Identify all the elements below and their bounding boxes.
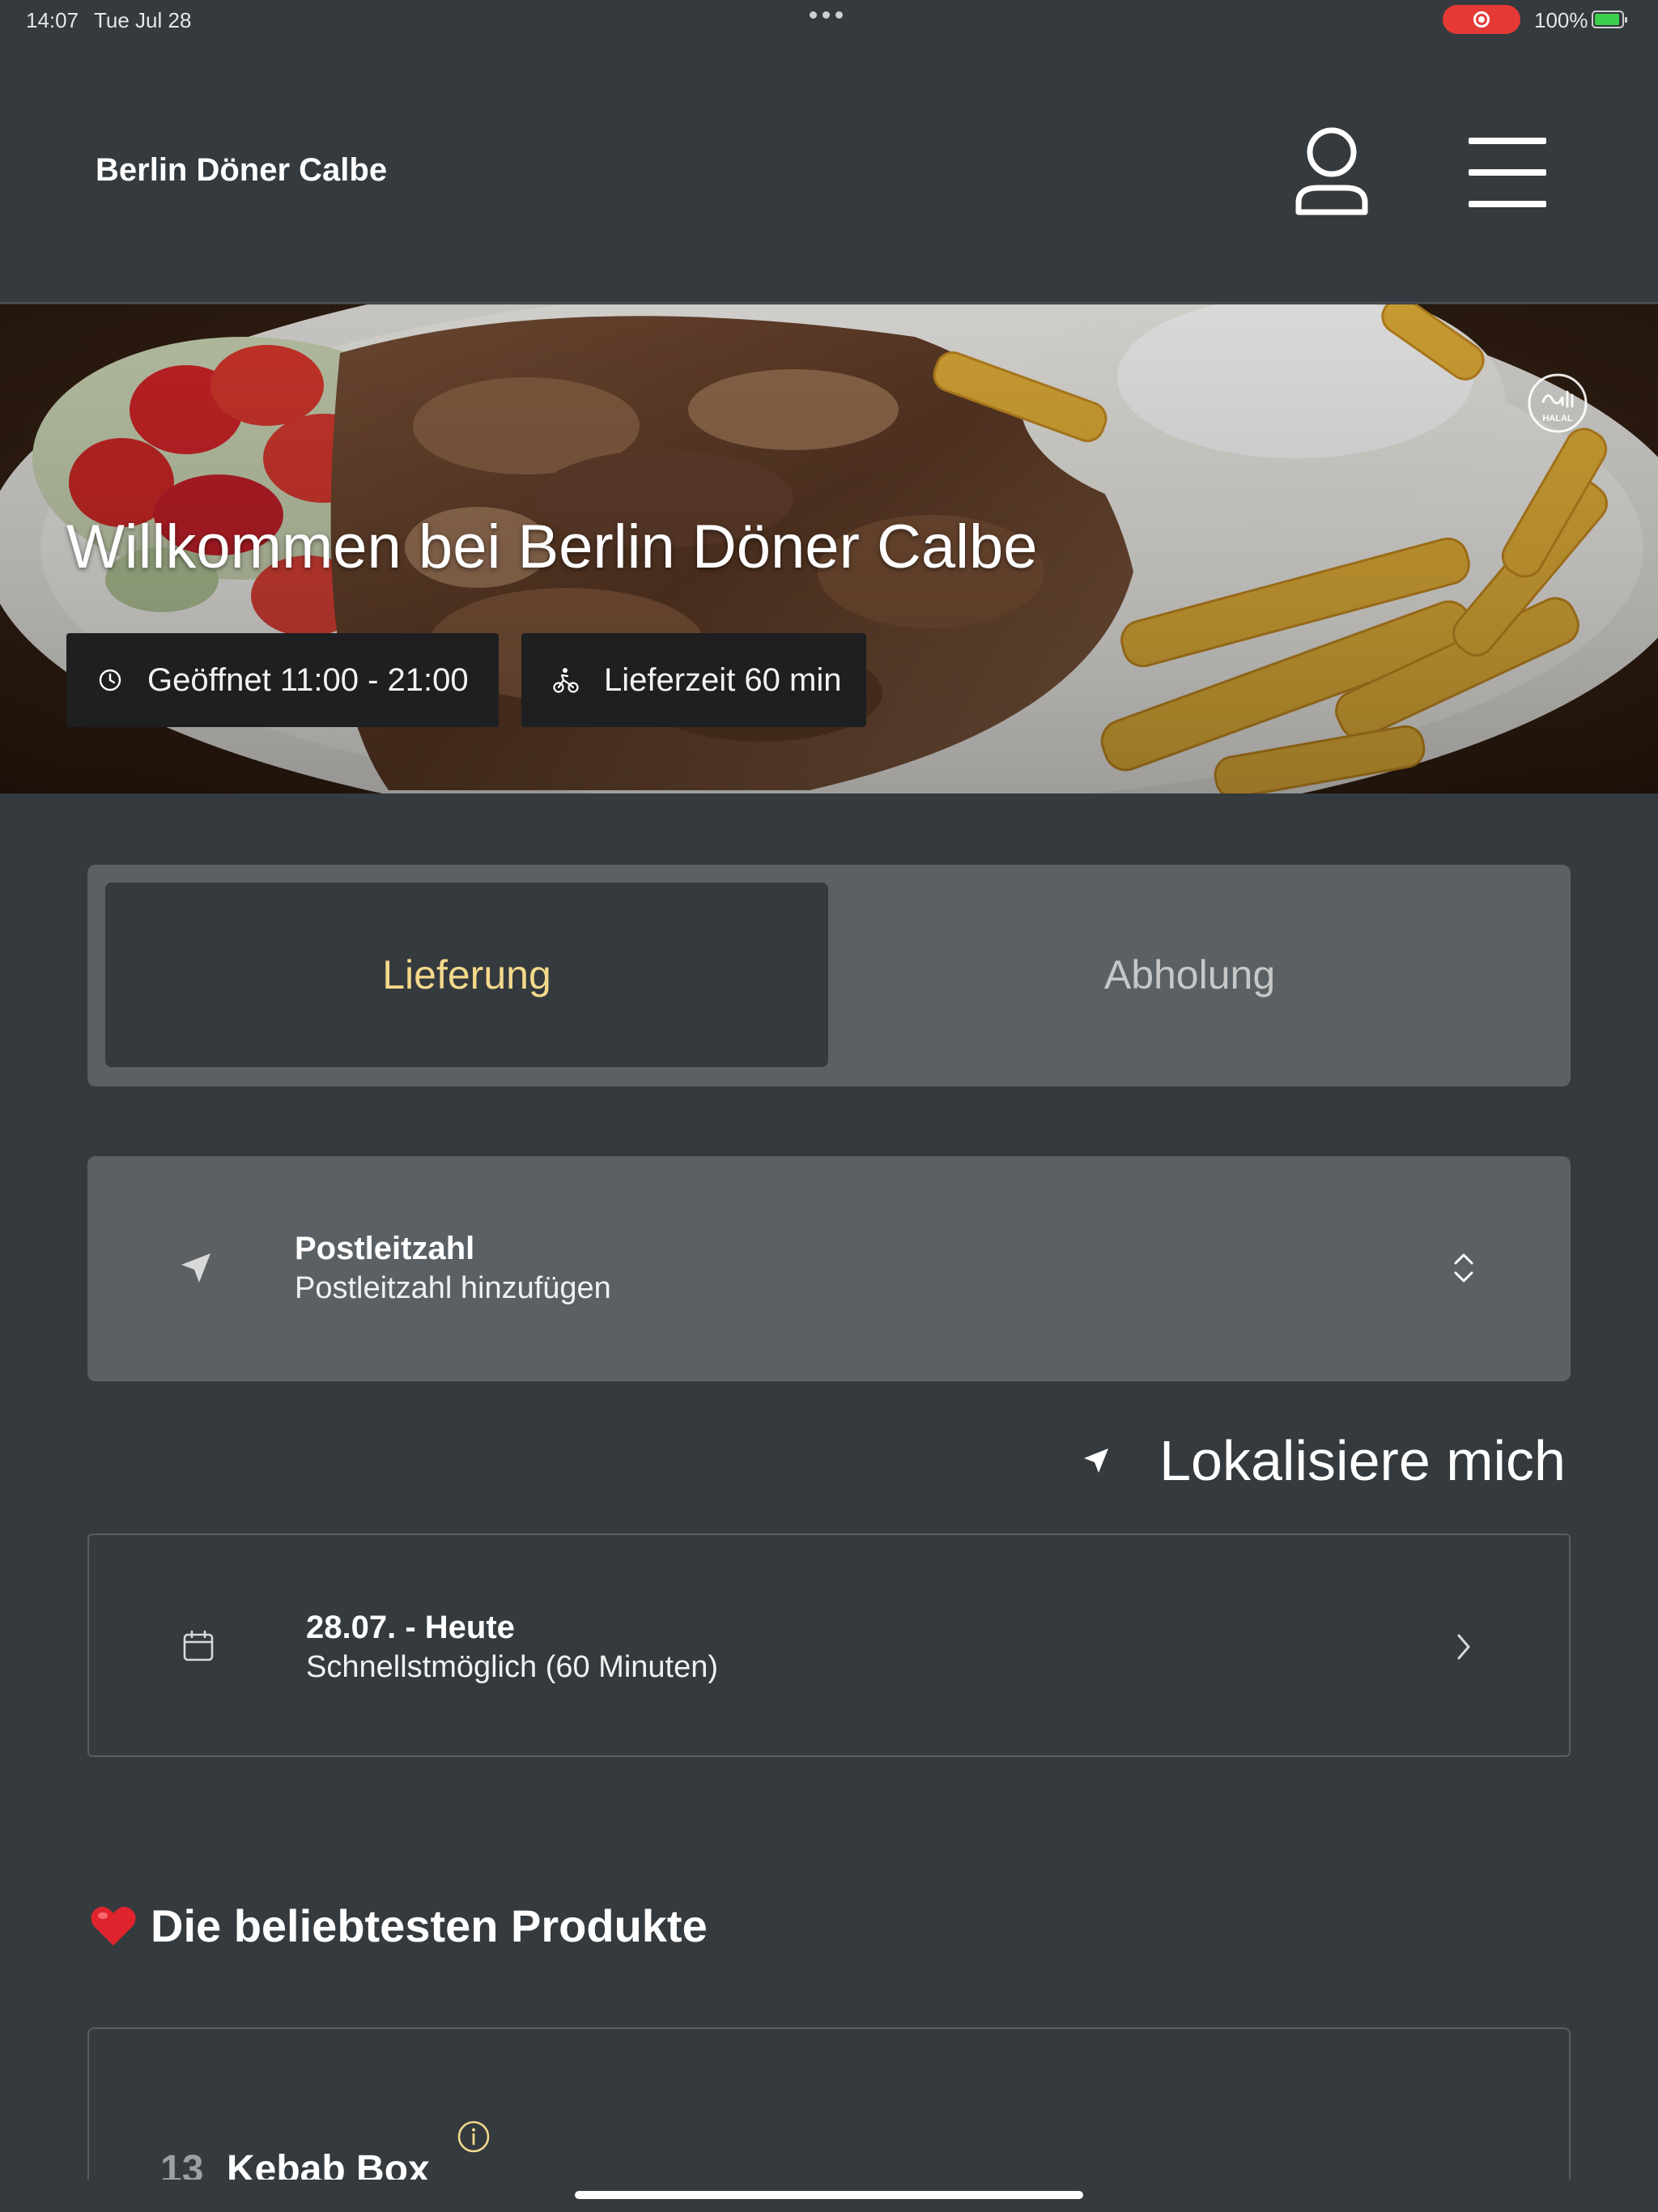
halal-badge: HALAL bbox=[1527, 372, 1588, 434]
tab-pickup[interactable]: Abholung bbox=[828, 883, 1551, 1067]
postal-code-label: Postleitzahl bbox=[295, 1231, 475, 1266]
delivery-time-option: Schnellstmöglich (60 Minuten) bbox=[306, 1650, 719, 1684]
hamburger-menu-icon[interactable] bbox=[1465, 136, 1550, 209]
battery-percentage: 100% bbox=[1534, 8, 1588, 32]
postal-code-selector[interactable]: Postleitzahl Postleitzahl hinzufügen bbox=[87, 1156, 1571, 1381]
postal-code-placeholder: Postleitzahl hinzufügen bbox=[295, 1271, 611, 1305]
heart-icon bbox=[91, 1906, 136, 1946]
app-header: Berlin Döner Calbe bbox=[0, 39, 1658, 304]
multitasking-dots-icon[interactable] bbox=[810, 11, 843, 19]
status-bar: 14:07 Tue Jul 28 100% bbox=[0, 0, 1658, 39]
locate-me-button[interactable]: Lokalisiere mich bbox=[1082, 1428, 1566, 1493]
hero-banner: HALAL Willkommen bei Berlin Döner Calbe … bbox=[0, 304, 1658, 793]
brand-name[interactable]: Berlin Döner Calbe bbox=[96, 152, 387, 189]
status-time: 14:07 bbox=[26, 8, 79, 32]
delivery-time-text: Lieferzeit 60 min bbox=[604, 661, 842, 698]
battery-icon bbox=[1592, 11, 1627, 28]
account-button[interactable] bbox=[1294, 126, 1370, 217]
tab-delivery[interactable]: Lieferung bbox=[105, 883, 828, 1067]
opening-hours-chip: Geöffnet 11:00 - 21:00 bbox=[66, 633, 499, 727]
hero-title: Willkommen bei Berlin Döner Calbe bbox=[66, 513, 1038, 581]
delivery-time-chip: Lieferzeit 60 min bbox=[521, 633, 866, 727]
popular-products-heading: Die beliebtesten Produkte bbox=[89, 1899, 708, 1952]
opening-hours-text: Geöffnet 11:00 - 21:00 bbox=[147, 661, 469, 698]
locate-me-label: Lokalisiere mich bbox=[1159, 1429, 1566, 1492]
home-indicator[interactable] bbox=[575, 2191, 1083, 2199]
info-icon[interactable] bbox=[457, 2120, 491, 2154]
delivery-date-label: 28.07. - Heute bbox=[306, 1610, 515, 1645]
calendar-icon bbox=[183, 1630, 214, 1661]
screen-recording-icon[interactable] bbox=[1443, 5, 1520, 34]
delivery-time-selector[interactable]: 28.07. - Heute Schnellstmöglich (60 Minu… bbox=[87, 1534, 1571, 1757]
location-arrow-icon bbox=[181, 1253, 210, 1283]
status-date: Tue Jul 28 bbox=[94, 8, 192, 32]
popular-products-title: Die beliebtesten Produkte bbox=[151, 1900, 708, 1951]
bicycle-courier-icon bbox=[553, 668, 579, 693]
chevron-right-icon bbox=[1457, 1634, 1470, 1660]
user-icon bbox=[1295, 127, 1368, 215]
order-mode-toggle: Lieferung Abholung bbox=[87, 865, 1571, 1087]
halal-badge-label: HALAL bbox=[1542, 414, 1573, 423]
chevron-up-down-icon bbox=[1454, 1253, 1473, 1283]
location-arrow-icon bbox=[1084, 1448, 1109, 1473]
clock-icon bbox=[99, 669, 121, 691]
